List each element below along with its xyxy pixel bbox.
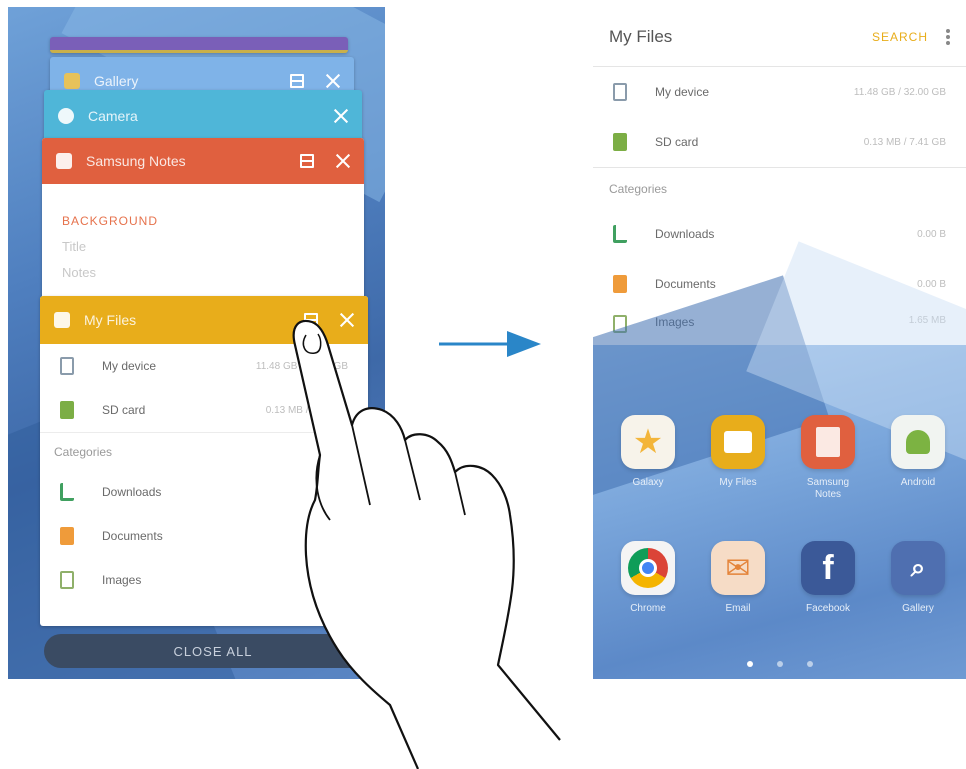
galaxy-icon: ★ <box>621 415 675 469</box>
app-shortcut[interactable]: ★ Galaxy <box>613 415 683 489</box>
page-title: My Files <box>609 26 673 46</box>
device-icon <box>60 357 74 375</box>
facebook-f-icon: f <box>822 548 834 587</box>
card-title: Samsung Notes <box>86 153 186 169</box>
page-indicator <box>593 661 966 667</box>
envelope-icon: ✉ <box>725 550 751 586</box>
item-label: Downloads <box>655 227 715 241</box>
close-all-button[interactable]: CLOSE ALL <box>44 634 382 668</box>
list-item[interactable]: My device 11.48 GB / 32.00 GB <box>593 67 966 117</box>
section-header: Categories <box>593 167 966 209</box>
camera-app-icon <box>58 108 74 124</box>
app-shortcut[interactable]: ✉ Email <box>703 541 773 615</box>
split-screen-icon[interactable] <box>290 74 304 88</box>
split-screen-icon[interactable] <box>300 154 314 168</box>
documents-icon <box>60 527 74 545</box>
list-item[interactable]: SD card 0.13 MB / 7.41 GB <box>40 388 368 432</box>
device-icon <box>613 83 627 101</box>
app-label: Samsung Notes <box>806 477 850 500</box>
app-shortcut[interactable]: ⌕ Gallery <box>883 541 953 615</box>
illustration: Gallery Camera Samsung Notes BACKGROUND … <box>0 0 966 769</box>
recent-card-camera[interactable]: Camera <box>44 90 362 142</box>
gallery-app-icon <box>64 73 80 89</box>
list-item[interactable]: SD card 0.13 MB / 7.41 GB <box>593 117 966 167</box>
item-meta: 0.13 MB / 7.41 GB <box>863 136 946 148</box>
downloads-icon <box>613 225 627 243</box>
sd-card-icon <box>613 133 627 151</box>
app-label: Email <box>725 603 751 614</box>
app-label: Android <box>900 477 936 488</box>
android-icon <box>891 415 945 469</box>
search-button[interactable]: SEARCH <box>872 30 928 44</box>
app-label: Facebook <box>806 603 850 614</box>
page-dot[interactable] <box>806 661 813 667</box>
downloads-icon <box>60 483 74 501</box>
list-item[interactable]: Downloads 0.00 B <box>593 209 966 259</box>
app-shortcut[interactable]: My Files <box>703 415 773 489</box>
item-meta: 0.13 MB / 7.41 GB <box>265 404 348 416</box>
home-screen: ★ Galaxy My Files Samsung Notes Android … <box>593 241 966 679</box>
item-label: Documents <box>102 529 163 543</box>
page-dot[interactable] <box>776 661 783 667</box>
close-icon[interactable] <box>334 109 348 123</box>
split-screen: My Files SEARCH My device 11.48 GB / 32.… <box>593 7 966 679</box>
chrome-icon <box>621 541 675 595</box>
card-title: Camera <box>88 108 138 124</box>
more-options-icon[interactable] <box>946 28 950 45</box>
item-label: Images <box>102 573 142 587</box>
recent-card-samsung-notes[interactable]: Samsung Notes BACKGROUND Title Notes <box>42 138 364 308</box>
list-item[interactable]: Downloads <box>40 470 368 514</box>
magnifier-icon: ⌕ <box>910 552 926 583</box>
item-meta: 11.48 GB / 32.00 GB <box>853 86 946 98</box>
list-item[interactable]: My device 11.48 GB / 32.00 GB <box>40 344 368 388</box>
notes-preview: BACKGROUND Title Notes <box>62 208 158 286</box>
files-list: My device 11.48 GB / 32.00 GB SD card 0.… <box>40 344 368 602</box>
gallery-search-icon: ⌕ <box>891 541 945 595</box>
item-meta: 11.48 GB / 32.00 GB <box>255 360 348 372</box>
sd-card-icon <box>60 401 74 419</box>
app-bar: My Files SEARCH <box>593 7 966 67</box>
app-shortcut[interactable]: Android <box>883 415 953 489</box>
item-meta: 0.00 B <box>917 278 946 290</box>
recent-card-my-files[interactable]: My Files My device 11.48 GB / 32.00 GB S… <box>40 296 368 626</box>
recents-screen: Gallery Camera Samsung Notes BACKGROUND … <box>8 7 385 679</box>
recent-card-stack-top[interactable] <box>50 37 348 53</box>
list-item[interactable]: Documents <box>40 514 368 558</box>
card-title: My Files <box>84 312 137 328</box>
close-icon[interactable] <box>340 313 354 327</box>
app-label: My Files <box>719 477 757 488</box>
item-label: My device <box>102 359 157 373</box>
close-icon[interactable] <box>326 74 340 88</box>
notes-app-icon <box>56 153 72 169</box>
facebook-icon: f <box>801 541 855 595</box>
app-label: Chrome <box>630 603 666 614</box>
app-label: Gallery <box>902 603 934 614</box>
item-meta: 0.00 B <box>917 228 946 240</box>
notes-line: Notes <box>62 265 96 280</box>
app-shortcut[interactable]: f Facebook <box>793 541 863 615</box>
images-icon <box>60 571 74 589</box>
close-icon[interactable] <box>336 154 350 168</box>
item-label: Downloads <box>102 485 162 499</box>
notes-line: Title <box>62 239 87 254</box>
list-item[interactable]: Images <box>40 558 368 602</box>
section-header: Categories <box>40 432 368 470</box>
notes-icon <box>801 415 855 469</box>
email-icon: ✉ <box>711 541 765 595</box>
folder-app-icon <box>54 312 70 328</box>
notes-line: BACKGROUND <box>62 214 159 228</box>
item-label: SD card <box>655 135 699 149</box>
card-title: Gallery <box>94 73 139 89</box>
page-dot[interactable] <box>746 661 753 667</box>
item-label: SD card <box>102 403 146 417</box>
star-icon: ★ <box>632 422 664 462</box>
documents-icon <box>613 275 627 293</box>
split-screen-icon[interactable] <box>304 313 318 327</box>
arrow-right-icon <box>439 331 541 357</box>
item-label: My device <box>655 85 710 99</box>
app-shortcut[interactable]: Chrome <box>613 541 683 615</box>
folder-icon <box>711 415 765 469</box>
app-shortcut[interactable]: Samsung Notes <box>793 415 863 501</box>
app-label: Galaxy <box>632 477 664 488</box>
